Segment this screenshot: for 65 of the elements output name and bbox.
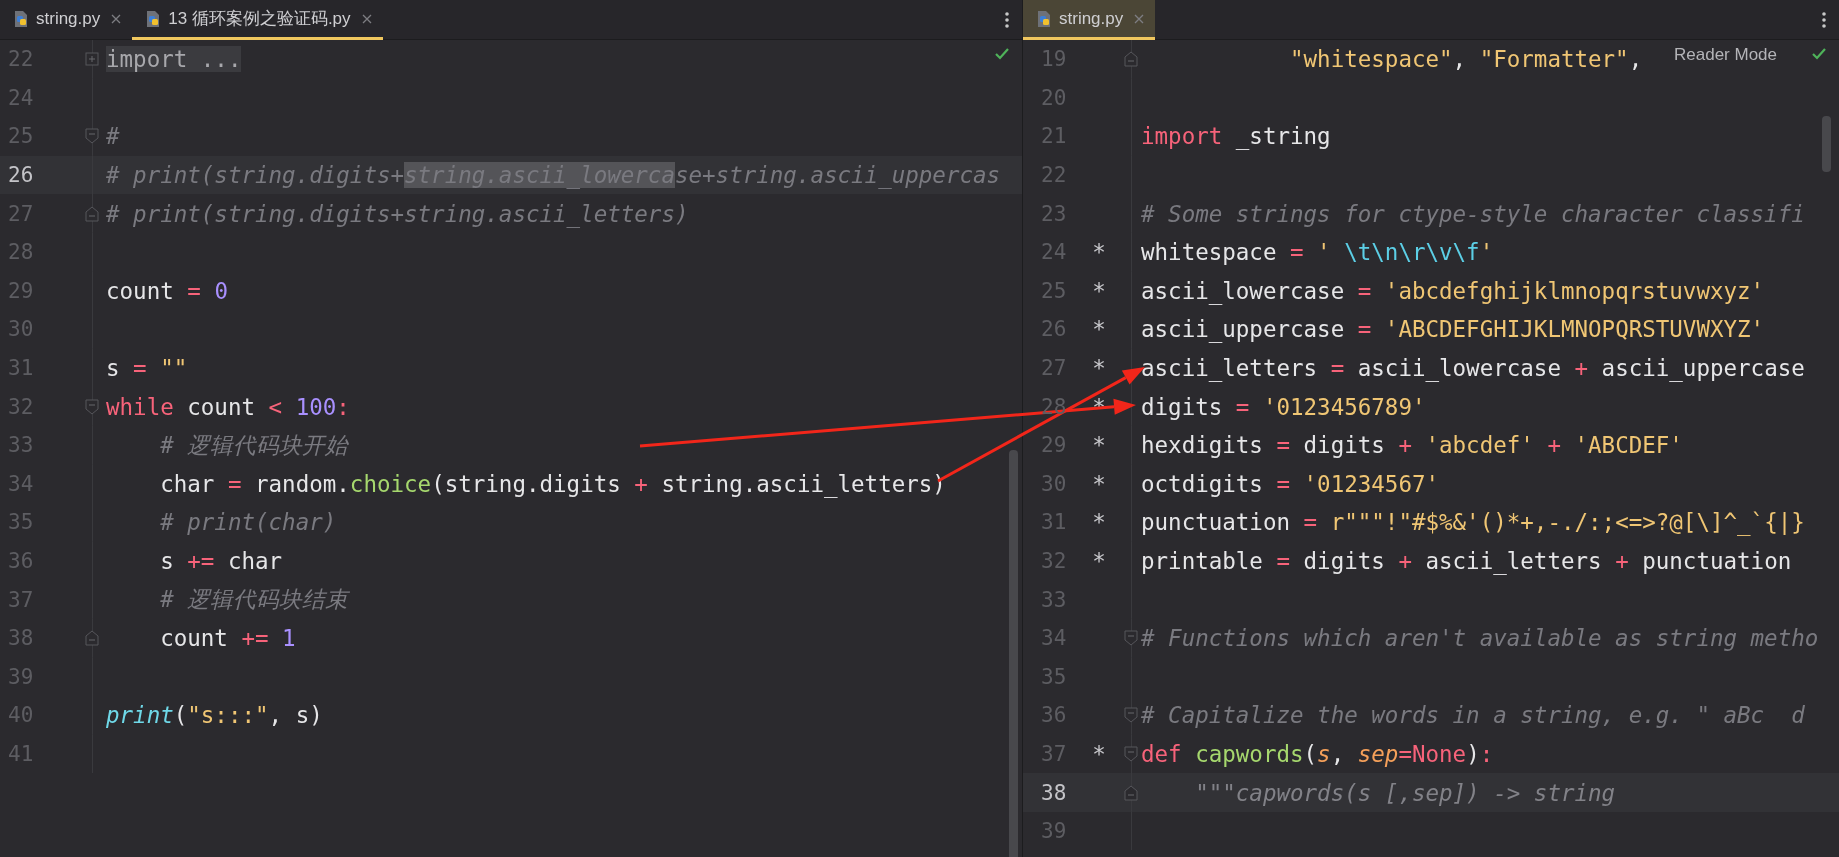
code-line: ascii_lowercase = 'abcdefghijklmnopqrstuvwxyz' xyxy=(1141,277,1765,304)
editor-tab[interactable]: 13 循环案例之验证码.py xyxy=(132,0,383,40)
fold-icon[interactable] xyxy=(85,630,99,647)
change-marker: * xyxy=(1092,509,1106,536)
code-line: # 逻辑代码块开始 xyxy=(159,430,349,460)
fold-icon[interactable] xyxy=(1124,707,1138,724)
code-line: # Functions which aren't available as string metho xyxy=(1141,625,1819,652)
close-icon[interactable] xyxy=(110,12,123,25)
scrollbar[interactable] xyxy=(1009,450,1018,857)
close-icon[interactable] xyxy=(1133,12,1146,25)
fold-icon[interactable] xyxy=(85,398,99,415)
code-line: "whitespace", "Formatter", xyxy=(1289,46,1643,73)
change-marker: * xyxy=(1092,741,1106,767)
fold-icon[interactable] xyxy=(1124,630,1138,647)
change-marker: * xyxy=(1092,316,1106,343)
code-line: s += char xyxy=(159,548,283,574)
code-line: digits = '0123456789' xyxy=(1141,393,1426,420)
code-line: printable = digits + ascii_letters + punctuation xyxy=(1141,548,1792,574)
fold-icon[interactable] xyxy=(1124,51,1138,68)
fold-icon[interactable] xyxy=(85,128,99,145)
fold-icon[interactable] xyxy=(85,51,99,68)
code-line: # Capitalize the words in a string, e.g. " aBc d xyxy=(1141,702,1805,729)
fold-icon[interactable] xyxy=(85,205,99,222)
change-marker: * xyxy=(1092,239,1106,266)
code-line: def capwords(s, sep=None): xyxy=(1141,741,1494,767)
code-line: # print(string.digits+string.ascii_letters) xyxy=(106,200,689,227)
check-icon xyxy=(1811,46,1827,62)
change-marker: * xyxy=(1092,470,1106,497)
more-options-icon[interactable] xyxy=(1821,10,1827,29)
code-line: # 逻辑代码块结束 xyxy=(159,585,349,615)
code-line: while count < 100: xyxy=(106,393,350,420)
line-number: 38 xyxy=(1040,780,1068,805)
code-line: # Some strings for ctype-style character classifi xyxy=(1141,200,1805,227)
code-line: punctuation = r"""!"#$%&'()*+,-./:;<=>?@[\]^_`{|} xyxy=(1141,509,1805,536)
line-number: 26 xyxy=(7,163,35,188)
change-marker: * xyxy=(1092,355,1106,382)
code-line: ascii_letters = ascii_lowercase + ascii_uppercase xyxy=(1141,355,1805,382)
code-line: ascii_uppercase = 'ABCDEFGHIJKLMNOPQRSTUVWXYZ' xyxy=(1141,316,1765,343)
code-line: import _string xyxy=(1141,123,1331,150)
change-marker: * xyxy=(1092,432,1106,459)
code-line: print("s:::", s) xyxy=(106,702,323,729)
python-file-icon xyxy=(12,9,30,28)
code-line: """capwords(s [,sep]) -> string xyxy=(1194,779,1616,806)
close-icon[interactable] xyxy=(360,12,373,25)
code-line: # print(char) xyxy=(159,509,337,536)
scrollbar[interactable] xyxy=(1822,116,1831,172)
code-line: count = 0 xyxy=(106,277,228,304)
code-line: hexdigits = digits + 'abcdef' + 'ABCDEF' xyxy=(1141,432,1683,459)
fold-icon[interactable] xyxy=(1124,784,1138,801)
fold-icon[interactable] xyxy=(1124,746,1138,762)
code-line: count += 1 xyxy=(159,625,296,652)
change-marker: * xyxy=(1092,277,1106,304)
more-options-icon[interactable] xyxy=(1004,10,1010,29)
change-marker: * xyxy=(1092,393,1106,420)
code-line: # print(string.digits+string.ascii_lowercase+string.ascii_uppercas xyxy=(106,162,1001,189)
code-line: s = "" xyxy=(106,355,188,382)
python-file-icon xyxy=(1035,9,1053,28)
code-line: char = random.choice(string.digits + string.ascii_letters) xyxy=(159,470,946,497)
code-line: octdigits = '01234567' xyxy=(1141,470,1440,497)
code-line: # xyxy=(106,123,120,150)
check-icon xyxy=(994,46,1010,62)
editor-tab[interactable]: string.py xyxy=(1023,0,1156,40)
editor-tab[interactable]: string.py xyxy=(0,0,133,40)
change-marker: * xyxy=(1092,548,1106,574)
code-line: whitespace = ' \t\n\r\v\f' xyxy=(1141,239,1494,266)
